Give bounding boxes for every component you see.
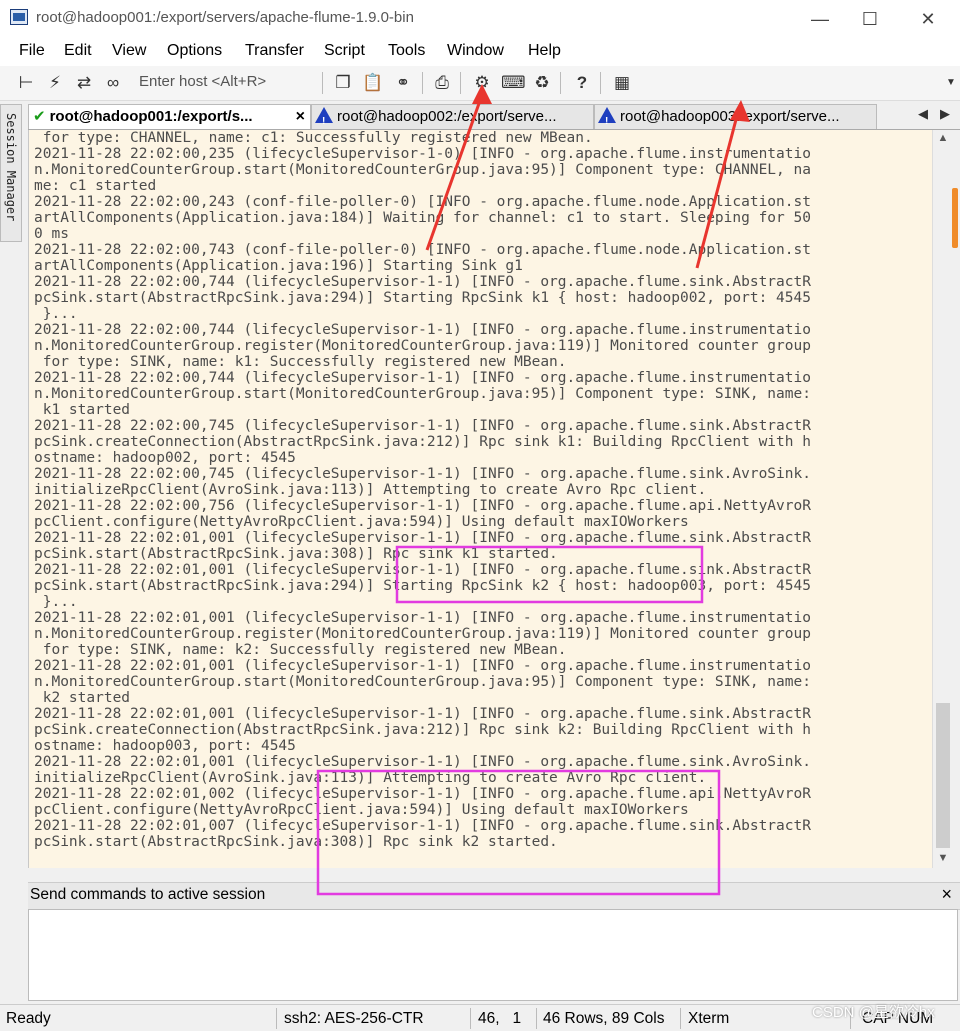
magenta-highlight-box <box>395 545 704 604</box>
red-arrow-annotation <box>425 84 492 251</box>
magenta-highlight-box <box>316 769 721 896</box>
annotation-overlay <box>316 84 750 896</box>
red-arrow-annotation <box>695 100 750 269</box>
